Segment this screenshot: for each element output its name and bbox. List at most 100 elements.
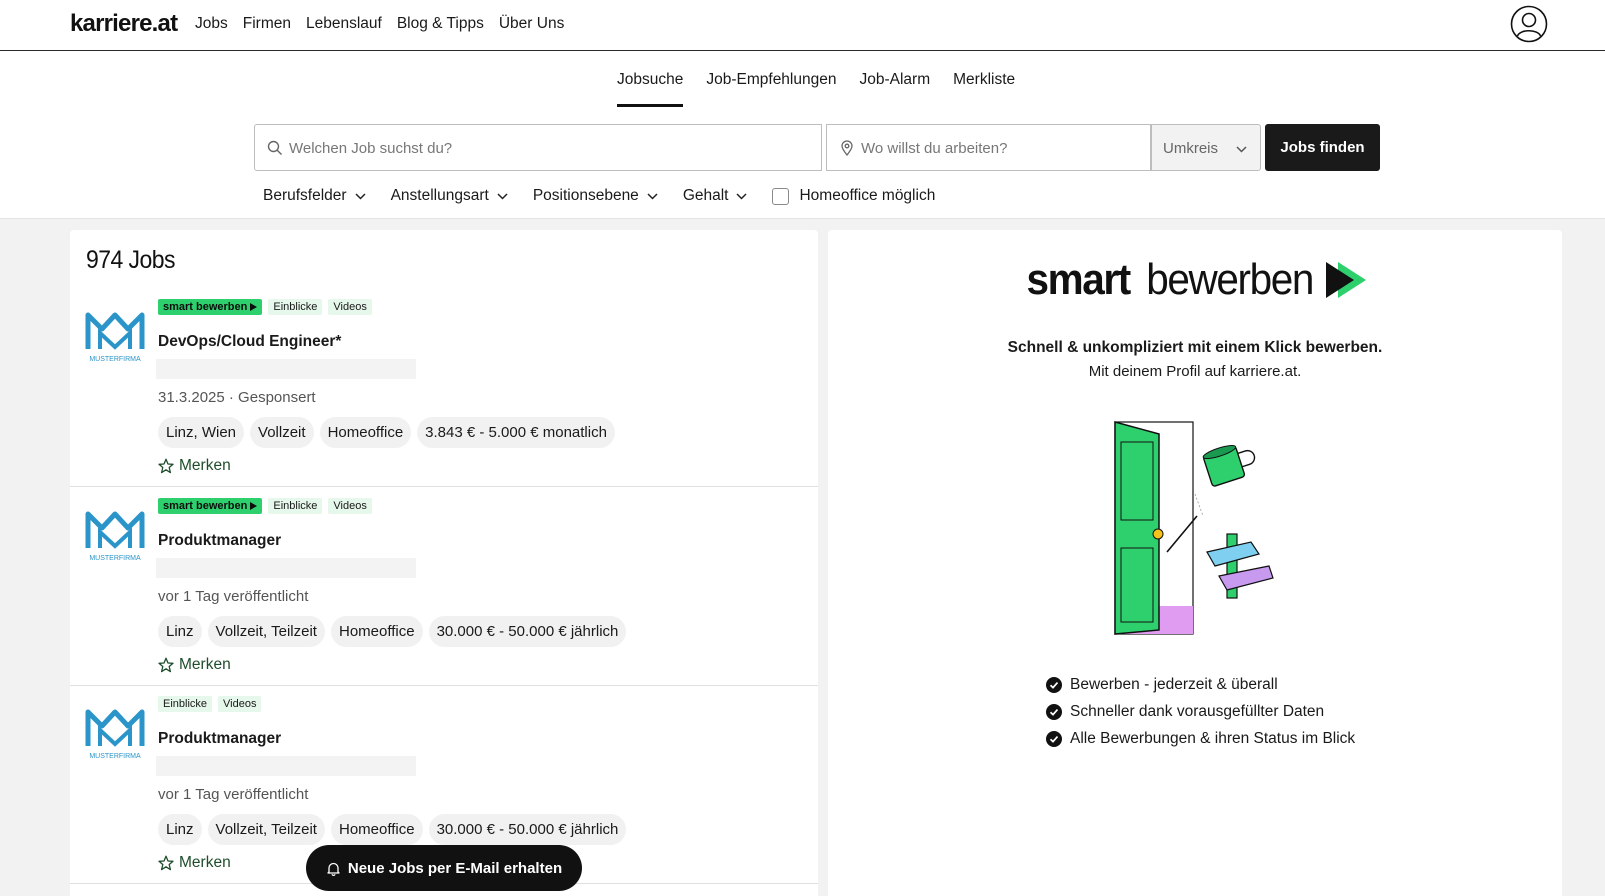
- chevron-down-icon: [355, 192, 366, 200]
- homeoffice-checkbox[interactable]: [772, 187, 790, 205]
- benefit-text: Schneller dank vorausgefüllter Daten: [1070, 703, 1325, 720]
- job-badges: Einblicke Videos: [158, 696, 262, 712]
- nav-firmen[interactable]: Firmen: [243, 15, 291, 33]
- site-logo[interactable]: karriere.at: [70, 10, 178, 38]
- benefits-list: Bewerben - jederzeit & überall Schneller…: [1046, 675, 1355, 756]
- chevron-down-icon: [647, 192, 658, 200]
- tag-location: Linz, Wien: [158, 417, 245, 448]
- benefit-item: Bewerben - jederzeit & überall: [1046, 675, 1355, 695]
- radius-select[interactable]: Umkreis: [1151, 124, 1261, 171]
- smart-bewerben-badge: smart bewerben: [158, 498, 263, 514]
- tag-salary: 3.843 € - 5.000 € monatlich: [417, 417, 615, 448]
- filter-label: Positionsebene: [532, 187, 639, 204]
- job-search-input[interactable]: Welchen Job suchst du?: [254, 124, 822, 171]
- tab-merkliste[interactable]: Merkliste: [953, 71, 1015, 107]
- chevron-down-icon: [1236, 146, 1247, 153]
- tab-job-empfehlungen[interactable]: Job-Empfehlungen: [706, 71, 836, 107]
- company-logo: MUSTERFIRMA: [85, 312, 145, 363]
- check-circle-icon: [1046, 677, 1062, 693]
- job-tags: Linz, Wien Vollzeit Homeoffice 3.843 € -…: [158, 417, 615, 448]
- location-pin-icon: [841, 140, 853, 156]
- email-job-alert-button[interactable]: Neue Jobs per E-Mail erhalten: [306, 845, 582, 891]
- filter-berufsfelder[interactable]: Berufsfelder: [263, 187, 367, 205]
- radius-label: Umkreis: [1163, 140, 1218, 157]
- videos-badge: Videos: [328, 498, 372, 514]
- search-icon: [267, 140, 282, 155]
- filter-label: Anstellungsart: [390, 187, 489, 204]
- benefit-item: Alle Bewerbungen & ihren Status im Blick: [1046, 729, 1355, 749]
- tag-homeoffice: Homeoffice: [330, 616, 423, 647]
- homeoffice-filter[interactable]: Homeoffice möglich: [772, 187, 935, 205]
- promo-subline: Mit deinem Profil auf karriere.at.: [1088, 363, 1302, 380]
- job-meta: vor 1 Tag veröffentlicht: [158, 786, 309, 803]
- filter-anstellungsart[interactable]: Anstellungsart: [391, 187, 509, 205]
- star-icon: [158, 458, 174, 474]
- location-placeholder: Wo willst du arbeiten?: [861, 140, 1008, 157]
- job-card[interactable]: MUSTERFIRMA smart bewerben Einblicke Vid…: [70, 488, 818, 686]
- job-title[interactable]: DevOps/Cloud Engineer*: [158, 333, 341, 351]
- job-card[interactable]: MUSTERFIRMA smart bewerben Einblicke Vid…: [70, 289, 818, 487]
- job-results-list: 974 Jobs MUSTERFIRMA smart bewerben Einb…: [70, 230, 818, 896]
- door-illustration: [1114, 421, 1274, 635]
- job-tags: Linz Vollzeit, Teilzeit Homeoffice 30.00…: [158, 814, 627, 845]
- job-title[interactable]: Produktmanager: [158, 532, 281, 550]
- nav-blog-tipps[interactable]: Blog & Tipps: [397, 15, 484, 33]
- company-logo-text: MUSTERFIRMA: [89, 555, 141, 562]
- tag-employment-type: Vollzeit, Teilzeit: [207, 814, 325, 845]
- user-account-icon[interactable]: [1510, 5, 1548, 43]
- chevron-down-icon: [736, 192, 748, 200]
- nav-jobs[interactable]: Jobs: [195, 15, 228, 33]
- company-name-placeholder: [156, 359, 416, 379]
- save-job-button[interactable]: Merken: [158, 854, 231, 872]
- tab-job-alarm[interactable]: Job-Alarm: [859, 71, 930, 107]
- job-meta: 31.3.2025 · Gesponsert: [158, 389, 316, 406]
- filter-positionsebene[interactable]: Positionsebene: [533, 187, 659, 205]
- find-jobs-button[interactable]: Jobs finden: [1265, 124, 1380, 171]
- company-name-placeholder: [156, 558, 416, 578]
- benefit-text: Alle Bewerbungen & ihren Status im Blick: [1070, 730, 1356, 747]
- filter-gehalt[interactable]: Gehalt: [683, 187, 749, 205]
- tag-employment-type: Vollzeit, Teilzeit: [207, 616, 325, 647]
- company-logo: MUSTERFIRMA: [85, 511, 145, 562]
- company-logo-text: MUSTERFIRMA: [89, 356, 141, 363]
- tag-salary: 30.000 € - 50.000 € jährlich: [428, 814, 627, 845]
- tag-employment-type: Vollzeit: [250, 417, 314, 448]
- chevron-down-icon: [497, 192, 508, 200]
- location-input[interactable]: Wo willst du arbeiten?: [826, 124, 1151, 171]
- company-logo: MUSTERFIRMA: [85, 709, 145, 760]
- tag-homeoffice: Homeoffice: [319, 417, 412, 448]
- benefit-text: Bewerben - jederzeit & überall: [1070, 676, 1278, 693]
- job-meta: vor 1 Tag veröffentlicht: [158, 588, 309, 605]
- bell-icon: [327, 862, 340, 876]
- job-count: 974 Jobs: [86, 246, 175, 274]
- star-icon: [158, 855, 174, 871]
- smart-bewerben-logo: smart bewerben: [828, 255, 1562, 305]
- promo-headline: Schnell & unkompliziert mit einem Klick …: [1007, 339, 1383, 356]
- einblicke-badge: Einblicke: [268, 498, 323, 514]
- save-job-button[interactable]: Merken: [158, 656, 231, 674]
- email-job-alert-label: Neue Jobs per E-Mail erhalten: [347, 859, 563, 877]
- save-job-button[interactable]: Merken: [158, 457, 231, 475]
- sub-tabs: Jobsuche Job-Empfehlungen Job-Alarm Merk…: [617, 71, 1015, 107]
- filter-label: Gehalt: [682, 187, 729, 204]
- nav-ueber-uns[interactable]: Über Uns: [499, 15, 564, 33]
- save-job-label: Merken: [179, 656, 231, 673]
- check-circle-icon: [1046, 731, 1062, 747]
- check-circle-icon: [1046, 704, 1062, 720]
- company-name-placeholder: [156, 756, 416, 776]
- job-title[interactable]: Produktmanager: [158, 730, 281, 748]
- filter-label: Berufsfelder: [263, 187, 347, 204]
- job-badges: smart bewerben Einblicke Videos: [158, 498, 372, 514]
- tab-jobsuche[interactable]: Jobsuche: [617, 71, 684, 107]
- smart-bewerben-badge: smart bewerben: [158, 299, 263, 315]
- smart-bewerben-promo: smart bewerben Schnell & unkompliziert m…: [828, 230, 1562, 896]
- nav-lebenslauf[interactable]: Lebenslauf: [306, 15, 382, 33]
- einblicke-badge: Einblicke: [158, 696, 213, 712]
- job-badges: smart bewerben Einblicke Videos: [158, 299, 372, 315]
- benefit-item: Schneller dank vorausgefüllter Daten: [1046, 702, 1355, 722]
- star-icon: [158, 657, 174, 673]
- company-logo-text: MUSTERFIRMA: [89, 753, 141, 760]
- videos-badge: Videos: [218, 696, 262, 712]
- promo-logo-regular: bewerben: [1145, 255, 1314, 304]
- play-arrow-icon: [1325, 262, 1366, 298]
